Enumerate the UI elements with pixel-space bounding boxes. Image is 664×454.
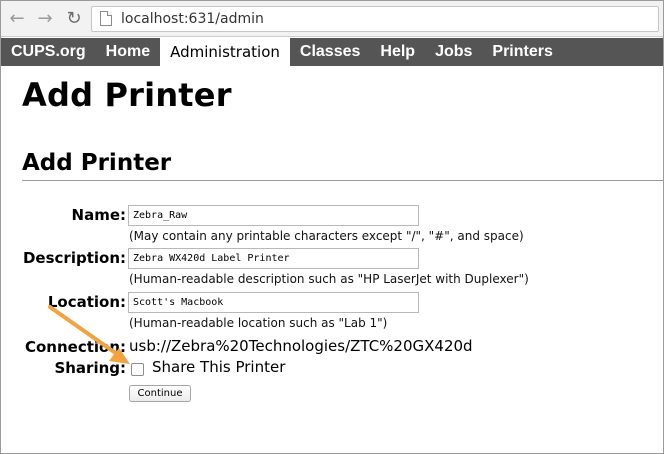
name-field[interactable] — [128, 205, 419, 226]
description-hint: (Human-readable description such as "HP … — [129, 272, 529, 286]
section-divider — [22, 180, 664, 181]
location-label: Location: — [47, 293, 126, 311]
location-hint: (Human-readable location such as "Lab 1"… — [129, 316, 388, 330]
tab-help[interactable]: Help — [370, 38, 425, 66]
section-title: Add Printer — [22, 150, 172, 176]
tab-home[interactable]: Home — [96, 38, 160, 66]
page-icon — [100, 11, 112, 26]
connection-value: usb://Zebra%20Technologies/ZTC%20GX420d — [129, 337, 473, 355]
reload-icon[interactable]: ↻ — [63, 8, 85, 30]
description-label: Description: — [22, 249, 126, 267]
browser-toolbar: ← → ↻ localhost:631/admin — [1, 1, 663, 37]
name-hint: (May contain any printable characters ex… — [129, 229, 524, 243]
continue-button[interactable]: Continue — [129, 385, 191, 402]
tab-printers[interactable]: Printers — [482, 38, 562, 66]
tab-cups-org[interactable]: CUPS.org — [1, 38, 96, 66]
description-field[interactable] — [128, 248, 419, 269]
share-printer-label[interactable]: Share This Printer — [152, 358, 285, 376]
url-text[interactable]: localhost:631/admin — [121, 10, 264, 28]
tab-classes[interactable]: Classes — [290, 38, 371, 66]
tab-jobs[interactable]: Jobs — [425, 38, 482, 66]
location-field[interactable] — [128, 292, 419, 313]
share-printer-checkbox[interactable] — [131, 363, 144, 376]
address-bar[interactable]: localhost:631/admin — [91, 6, 659, 32]
sharing-label: Sharing: — [54, 359, 126, 377]
connection-label: Connection: — [24, 338, 126, 356]
tab-administration[interactable]: Administration — [160, 38, 290, 66]
cups-navbar: CUPS.org Home Administration Classes Hel… — [1, 38, 663, 66]
arrow-right-icon[interactable]: → — [34, 8, 56, 30]
window-frame — [0, 0, 664, 454]
page-title: Add Printer — [22, 76, 232, 114]
name-label: Name: — [71, 206, 126, 224]
arrow-left-icon[interactable]: ← — [6, 8, 28, 30]
